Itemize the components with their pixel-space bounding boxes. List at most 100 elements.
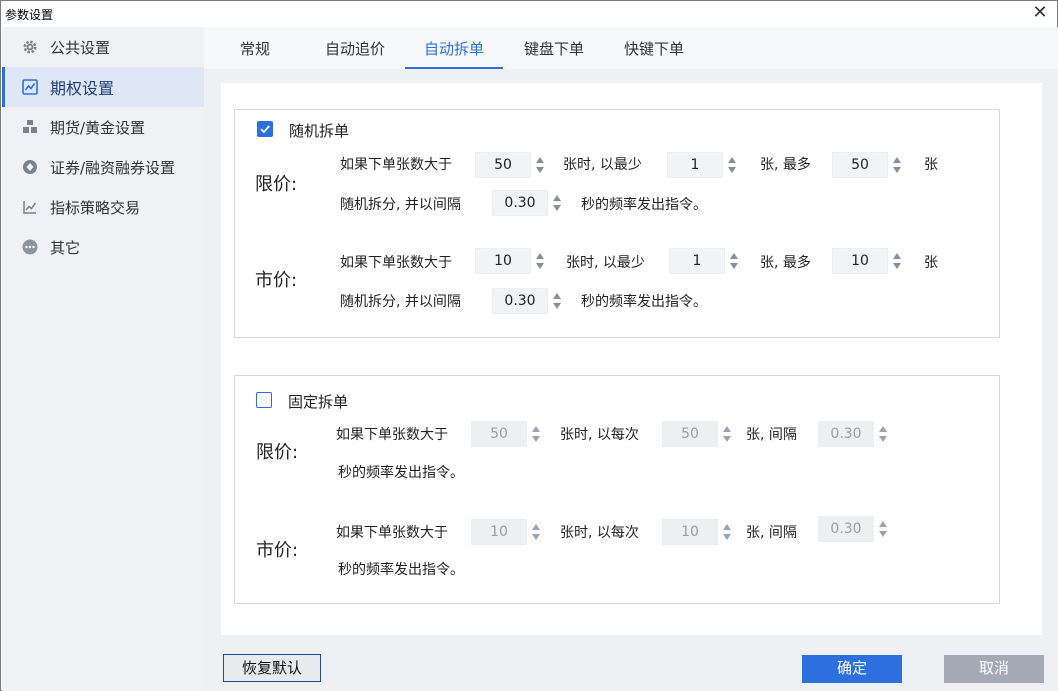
tab-general[interactable]: 常规 (206, 27, 304, 69)
settings-dialog: 参数设置 ✕ 公共设置 期权设置 期货/黄金设置 证券/融资融券设置 指标策略交… (0, 0, 1058, 691)
sidebar-item-label: 证券/融资融券设置 (50, 158, 176, 177)
arrow-down-icon[interactable] (879, 531, 887, 537)
spinner-arrows[interactable] (527, 519, 545, 545)
spinner-arrows[interactable] (874, 421, 892, 447)
spinner-value[interactable]: 1 (667, 152, 723, 178)
spinner-arrows[interactable] (874, 516, 892, 542)
arrow-up-icon[interactable] (532, 426, 540, 432)
arrow-up-icon[interactable] (893, 253, 901, 259)
random-limit-qty-spinner[interactable]: 50 (475, 152, 549, 178)
arrow-up-icon[interactable] (532, 524, 540, 530)
arrow-down-icon[interactable] (728, 167, 736, 173)
fixed-limit-each-spinner[interactable]: 50 (662, 421, 736, 447)
arrow-up-icon[interactable] (728, 157, 736, 163)
spinner-arrows[interactable] (531, 248, 549, 274)
arrow-down-icon[interactable] (536, 167, 544, 173)
fixed-limit-qty-spinner[interactable]: 50 (471, 421, 545, 447)
spinner-value[interactable]: 10 (475, 248, 531, 274)
random-limit-min-spinner[interactable]: 1 (667, 152, 741, 178)
spinner-value[interactable]: 50 (832, 152, 888, 178)
window-title: 参数设置 (5, 8, 54, 22)
spinner-arrows[interactable] (888, 152, 906, 178)
arrow-down-icon[interactable] (893, 167, 901, 173)
spinner-arrows[interactable] (548, 190, 566, 216)
random-split-checkbox[interactable] (257, 121, 273, 137)
arrow-up-icon[interactable] (879, 426, 887, 432)
spinner-arrows[interactable] (718, 421, 736, 447)
spinner-value[interactable]: 10 (662, 519, 718, 545)
text-frequency: 秒的频率发出指令。 (338, 562, 464, 578)
spinner-arrows[interactable] (723, 152, 741, 178)
spinner-value[interactable]: 0.30 (492, 190, 548, 216)
spinner-arrows[interactable] (888, 248, 906, 274)
random-market-max-spinner[interactable]: 10 (832, 248, 906, 274)
fixed-limit-interval-spinner[interactable]: 0.30 (818, 421, 892, 447)
arrow-down-icon[interactable] (536, 263, 544, 269)
arrow-down-icon[interactable] (879, 436, 887, 442)
sidebar-item-indicator-strategy[interactable]: 指标策略交易 (2, 187, 204, 227)
arrow-up-icon[interactable] (893, 157, 901, 163)
sidebar-item-public-settings[interactable]: 公共设置 (2, 27, 204, 67)
random-limit-max-spinner[interactable]: 50 (832, 152, 906, 178)
fixed-market-each-spinner[interactable]: 10 (662, 519, 736, 545)
sidebar-item-securities-margin[interactable]: 证券/融资融券设置 (2, 147, 204, 187)
cancel-button[interactable]: 取消 (944, 655, 1044, 683)
spinner-value[interactable]: 0.30 (818, 421, 874, 447)
sidebar-item-option-settings[interactable]: 期权设置 (2, 67, 204, 107)
random-market-qty-spinner[interactable]: 10 (475, 248, 549, 274)
close-button[interactable]: ✕ (1029, 3, 1051, 25)
arrow-up-icon[interactable] (723, 524, 731, 530)
arrow-up-icon[interactable] (879, 521, 887, 527)
spinner-value[interactable]: 50 (471, 421, 527, 447)
spinner-arrows[interactable] (548, 288, 566, 314)
arrow-down-icon[interactable] (532, 436, 540, 442)
arrow-down-icon[interactable] (553, 205, 561, 211)
tab-hotkey-order[interactable]: 快键下单 (605, 27, 703, 69)
arrow-up-icon[interactable] (536, 157, 544, 163)
random-market-min-spinner[interactable]: 1 (669, 248, 743, 274)
text-if-qty-greater: 如果下单张数大于 (340, 157, 452, 173)
arrow-down-icon[interactable] (553, 303, 561, 309)
tab-auto-split[interactable]: 自动拆单 (405, 27, 503, 69)
arrow-up-icon[interactable] (553, 293, 561, 299)
spinner-value[interactable]: 10 (832, 248, 888, 274)
arrow-down-icon[interactable] (893, 263, 901, 269)
limit-price-label: 限价: (255, 174, 298, 195)
spinner-arrows[interactable] (527, 421, 545, 447)
fixed-split-checkbox[interactable] (256, 392, 272, 408)
arrow-up-icon[interactable] (536, 253, 544, 259)
arrow-down-icon[interactable] (723, 534, 731, 540)
random-limit-interval-spinner[interactable]: 0.30 (492, 190, 566, 216)
tab-auto-chase[interactable]: 自动追价 (306, 27, 404, 69)
market-price-label: 市价: (255, 270, 298, 291)
arrow-down-icon[interactable] (532, 534, 540, 540)
arrow-up-icon[interactable] (553, 195, 561, 201)
text-frequency: 秒的频率发出指令。 (338, 465, 464, 481)
sidebar-item-futures-gold[interactable]: 期货/黄金设置 (2, 107, 204, 147)
spinner-value[interactable]: 0.30 (492, 288, 548, 314)
fixed-market-interval-spinner[interactable]: 0.30 (818, 516, 892, 542)
tab-keyboard-order[interactable]: 键盘下单 (505, 27, 603, 69)
sidebar-item-other[interactable]: 其它 (2, 227, 204, 267)
spinner-value[interactable]: 50 (662, 421, 718, 447)
spinner-arrows[interactable] (531, 152, 549, 178)
arrow-down-icon[interactable] (723, 436, 731, 442)
restore-default-button[interactable]: 恢复默认 (223, 654, 321, 682)
random-market-interval-spinner[interactable]: 0.30 (492, 288, 566, 314)
ok-button[interactable]: 确定 (802, 655, 902, 683)
spinner-value[interactable]: 10 (471, 519, 527, 545)
spinner-arrows[interactable] (725, 248, 743, 274)
arrow-up-icon[interactable] (730, 253, 738, 259)
arrow-up-icon[interactable] (723, 426, 731, 432)
spinner-arrows[interactable] (718, 519, 736, 545)
dots-icon (22, 239, 38, 255)
arrow-down-icon[interactable] (730, 263, 738, 269)
spinner-value[interactable]: 50 (475, 152, 531, 178)
text-max: 张, 最多 (760, 255, 811, 271)
fixed-market-qty-spinner[interactable]: 10 (471, 519, 545, 545)
text-if-qty-greater: 如果下单张数大于 (340, 255, 452, 271)
spinner-value[interactable]: 1 (669, 248, 725, 274)
spinner-value[interactable]: 0.30 (818, 516, 874, 542)
sidebar-item-label: 指标策略交易 (50, 198, 141, 217)
active-tab-indicator (405, 67, 503, 69)
